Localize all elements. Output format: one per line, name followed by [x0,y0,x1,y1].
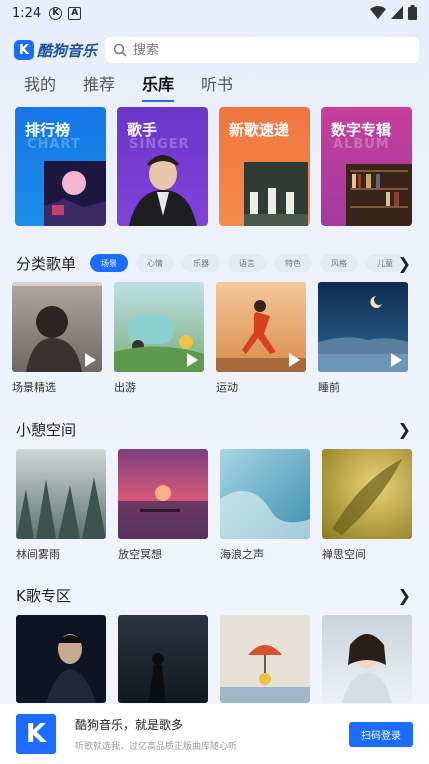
banner-ghost-text: ALBUM [333,137,390,152]
playlist-cover [216,282,306,372]
song-cover [220,615,310,703]
playlist-cover [114,282,204,372]
card-label: 林间雾雨 [16,548,60,561]
banner-singers[interactable]: 歌手 SINGER [117,107,208,226]
card-label: 出游 [114,381,136,394]
playlist-card[interactable]: 海浪之声 [220,449,310,562]
tab-recommend[interactable]: 推荐 [83,72,115,100]
section-title: 小憩空间 [16,420,77,439]
chevron-right-icon[interactable]: ❯ [398,420,411,439]
tab-audiobooks[interactable]: 听书 [201,72,233,100]
song-cover [16,615,106,703]
bottom-login-bar: K 酷狗音乐，就是歌多 听歌就选我，过亿高品质正版曲库随心听 扫码登录 [0,704,429,764]
signal-icon [391,5,403,19]
categories-cards: 场景精选 出游 运动 睡前 [12,282,408,395]
kugou-logo-icon: K [14,40,34,60]
app-name: 酷狗音乐 [37,41,98,60]
header: K 酷狗音乐 [14,36,419,64]
section-title: 分类歌单 [16,254,77,273]
playlist-card[interactable]: 禅思空间 [322,449,412,562]
search-icon [113,43,127,57]
wifi-icon [370,5,386,19]
card-label: 睡前 [318,381,340,394]
search-bar[interactable] [105,37,419,63]
category-chips: 场景 心情 乐器 语言 特色 风格 儿童 [90,254,405,272]
album-artwork [346,164,412,226]
chip-language[interactable]: 语言 [228,254,267,272]
playlist-card[interactable]: 场景精选 [12,282,102,395]
playlist-card[interactable]: 林间雾雨 [16,449,106,562]
top-tabs: 我的 推荐 乐库 听书 [24,72,260,102]
a-notification-icon: A [68,6,82,20]
card-label: 禅思空间 [322,548,366,561]
playlist-card[interactable]: 运动 [216,282,306,395]
relax-header: 小憩空间 ❯ [16,417,415,441]
card-label: 场景精选 [12,381,56,394]
play-icon [85,353,96,367]
karaoke-cards [16,615,412,703]
bottom-bar-text: 酷狗音乐，就是歌多 听歌就选我，过亿高品质正版曲库随心听 [75,716,349,752]
banner-new-songs[interactable]: 新歌速递 [219,107,310,226]
bottom-bar-title: 酷狗音乐，就是歌多 [75,718,184,732]
playlist-cover [118,449,208,539]
k-notification-icon: K [49,6,63,20]
banner-digital-albums[interactable]: 数字专辑 ALBUM [321,107,412,226]
playlist-cover [16,449,106,539]
chip-feature[interactable]: 特色 [274,254,313,272]
search-input[interactable] [133,42,334,58]
play-icon [289,353,300,367]
section-title: K歌专区 [16,586,71,605]
tab-library[interactable]: 乐库 [142,72,175,102]
play-icon [187,353,198,367]
banner-title: 新歌速递 [229,121,290,139]
playlist-cover [322,449,412,539]
bottom-bar-subtitle: 听歌就选我，过亿高品质正版曲库随心听 [75,742,238,752]
karaoke-card[interactable] [118,615,208,703]
singer-artwork [129,155,197,226]
card-label: 海浪之声 [220,548,264,561]
card-label: 放空冥想 [118,548,162,561]
tab-mine[interactable]: 我的 [24,72,56,100]
new-songs-artwork [244,162,308,226]
scan-login-button[interactable]: 扫码登录 [349,721,413,747]
categories-header: 分类歌单 场景 心情 乐器 语言 特色 风格 儿童 ❯ [16,251,415,275]
banner-ghost-text: CHART [27,137,81,152]
chevron-right-icon[interactable]: ❯ [398,586,411,605]
song-cover [118,615,208,703]
relax-cards: 林间雾雨 放空冥想 海浪之声 禅思空间 [16,449,412,562]
playlist-cover [12,282,102,372]
battery-icon [408,5,417,20]
charts-artwork [44,161,106,226]
banner-charts[interactable]: 排行榜 CHART [15,107,106,226]
karaoke-card[interactable] [16,615,106,703]
card-label: 运动 [216,381,238,394]
app-logo: K 酷狗音乐 [14,40,97,61]
library-banners: 排行榜 CHART 歌手 SINGER 新歌速递 数字专辑 ALBUM [15,107,412,226]
song-cover [322,615,412,703]
chip-mood[interactable]: 心情 [136,254,175,272]
kugou-logo-icon: K [16,714,56,754]
chip-style[interactable]: 风格 [320,254,359,272]
play-icon [391,353,402,367]
playlist-cover [318,282,408,372]
chevron-right-icon[interactable]: ❯ [398,254,411,273]
playlist-card[interactable]: 睡前 [318,282,408,395]
chip-scene[interactable]: 场景 [90,254,129,272]
status-time: 1:24 [12,5,42,21]
playlist-cover [220,449,310,539]
chip-instrument[interactable]: 乐器 [182,254,221,272]
karaoke-card[interactable] [220,615,310,703]
playlist-card[interactable]: 放空冥想 [118,449,208,562]
playlist-card[interactable]: 出游 [114,282,204,395]
karaoke-header: K歌专区 ❯ [16,583,415,607]
karaoke-card[interactable] [322,615,412,703]
status-bar: 1:24 K A [0,0,429,26]
